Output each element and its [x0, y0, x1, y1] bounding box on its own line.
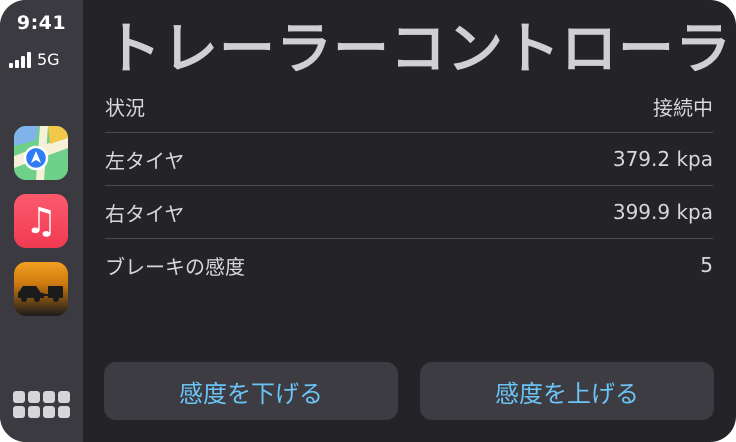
brake-sensitivity-row: ブレーキの感度 5 — [105, 239, 713, 291]
increase-sensitivity-button[interactable]: 感度を上げる — [420, 362, 714, 420]
row-value: 接続中 — [653, 95, 713, 120]
main-panel: トレーラーコントローラ 状況 接続中 左タイヤ 379.2 kpa 右タイヤ 3… — [83, 0, 736, 442]
row-label: ブレーキの感度 — [105, 254, 245, 279]
carplay-screen: 9:41 5G ♫ トレーラーコントローラ 状況 接続中 左タイヤ 379.2 … — [0, 0, 736, 442]
decrease-sensitivity-button[interactable]: 感度を下げる — [104, 362, 398, 420]
row-value: 379.2 kpa — [612, 147, 713, 171]
cellular-signal-icon — [9, 52, 31, 68]
page-title: トレーラーコントローラ — [105, 17, 732, 82]
status-list: 状況 接続中 左タイヤ 379.2 kpa 右タイヤ 399.9 kpa ブレー… — [105, 80, 713, 291]
app-grid-icon[interactable] — [13, 391, 71, 419]
network-type: 5G — [37, 50, 60, 69]
music-app-icon[interactable]: ♫ — [14, 194, 68, 248]
status-indicators: 5G — [9, 48, 60, 68]
car-trailer-icon — [18, 286, 63, 302]
row-value: 5 — [700, 253, 713, 277]
maps-icon — [14, 126, 68, 180]
right-tire-row: 右タイヤ 399.9 kpa — [105, 186, 713, 239]
maps-app-icon[interactable] — [14, 126, 68, 180]
row-label: 右タイヤ — [105, 201, 185, 226]
status-time: 9:41 — [16, 12, 67, 34]
status-row: 状況 接続中 — [105, 80, 713, 133]
left-tire-row: 左タイヤ 379.2 kpa — [105, 133, 713, 186]
row-value: 399.9 kpa — [612, 200, 713, 224]
trailer-app-icon[interactable] — [14, 262, 68, 316]
row-label: 状況 — [105, 95, 145, 120]
music-note-icon: ♫ — [24, 200, 58, 242]
carplay-sidebar: 9:41 5G ♫ — [0, 0, 83, 442]
row-label: 左タイヤ — [105, 148, 185, 173]
